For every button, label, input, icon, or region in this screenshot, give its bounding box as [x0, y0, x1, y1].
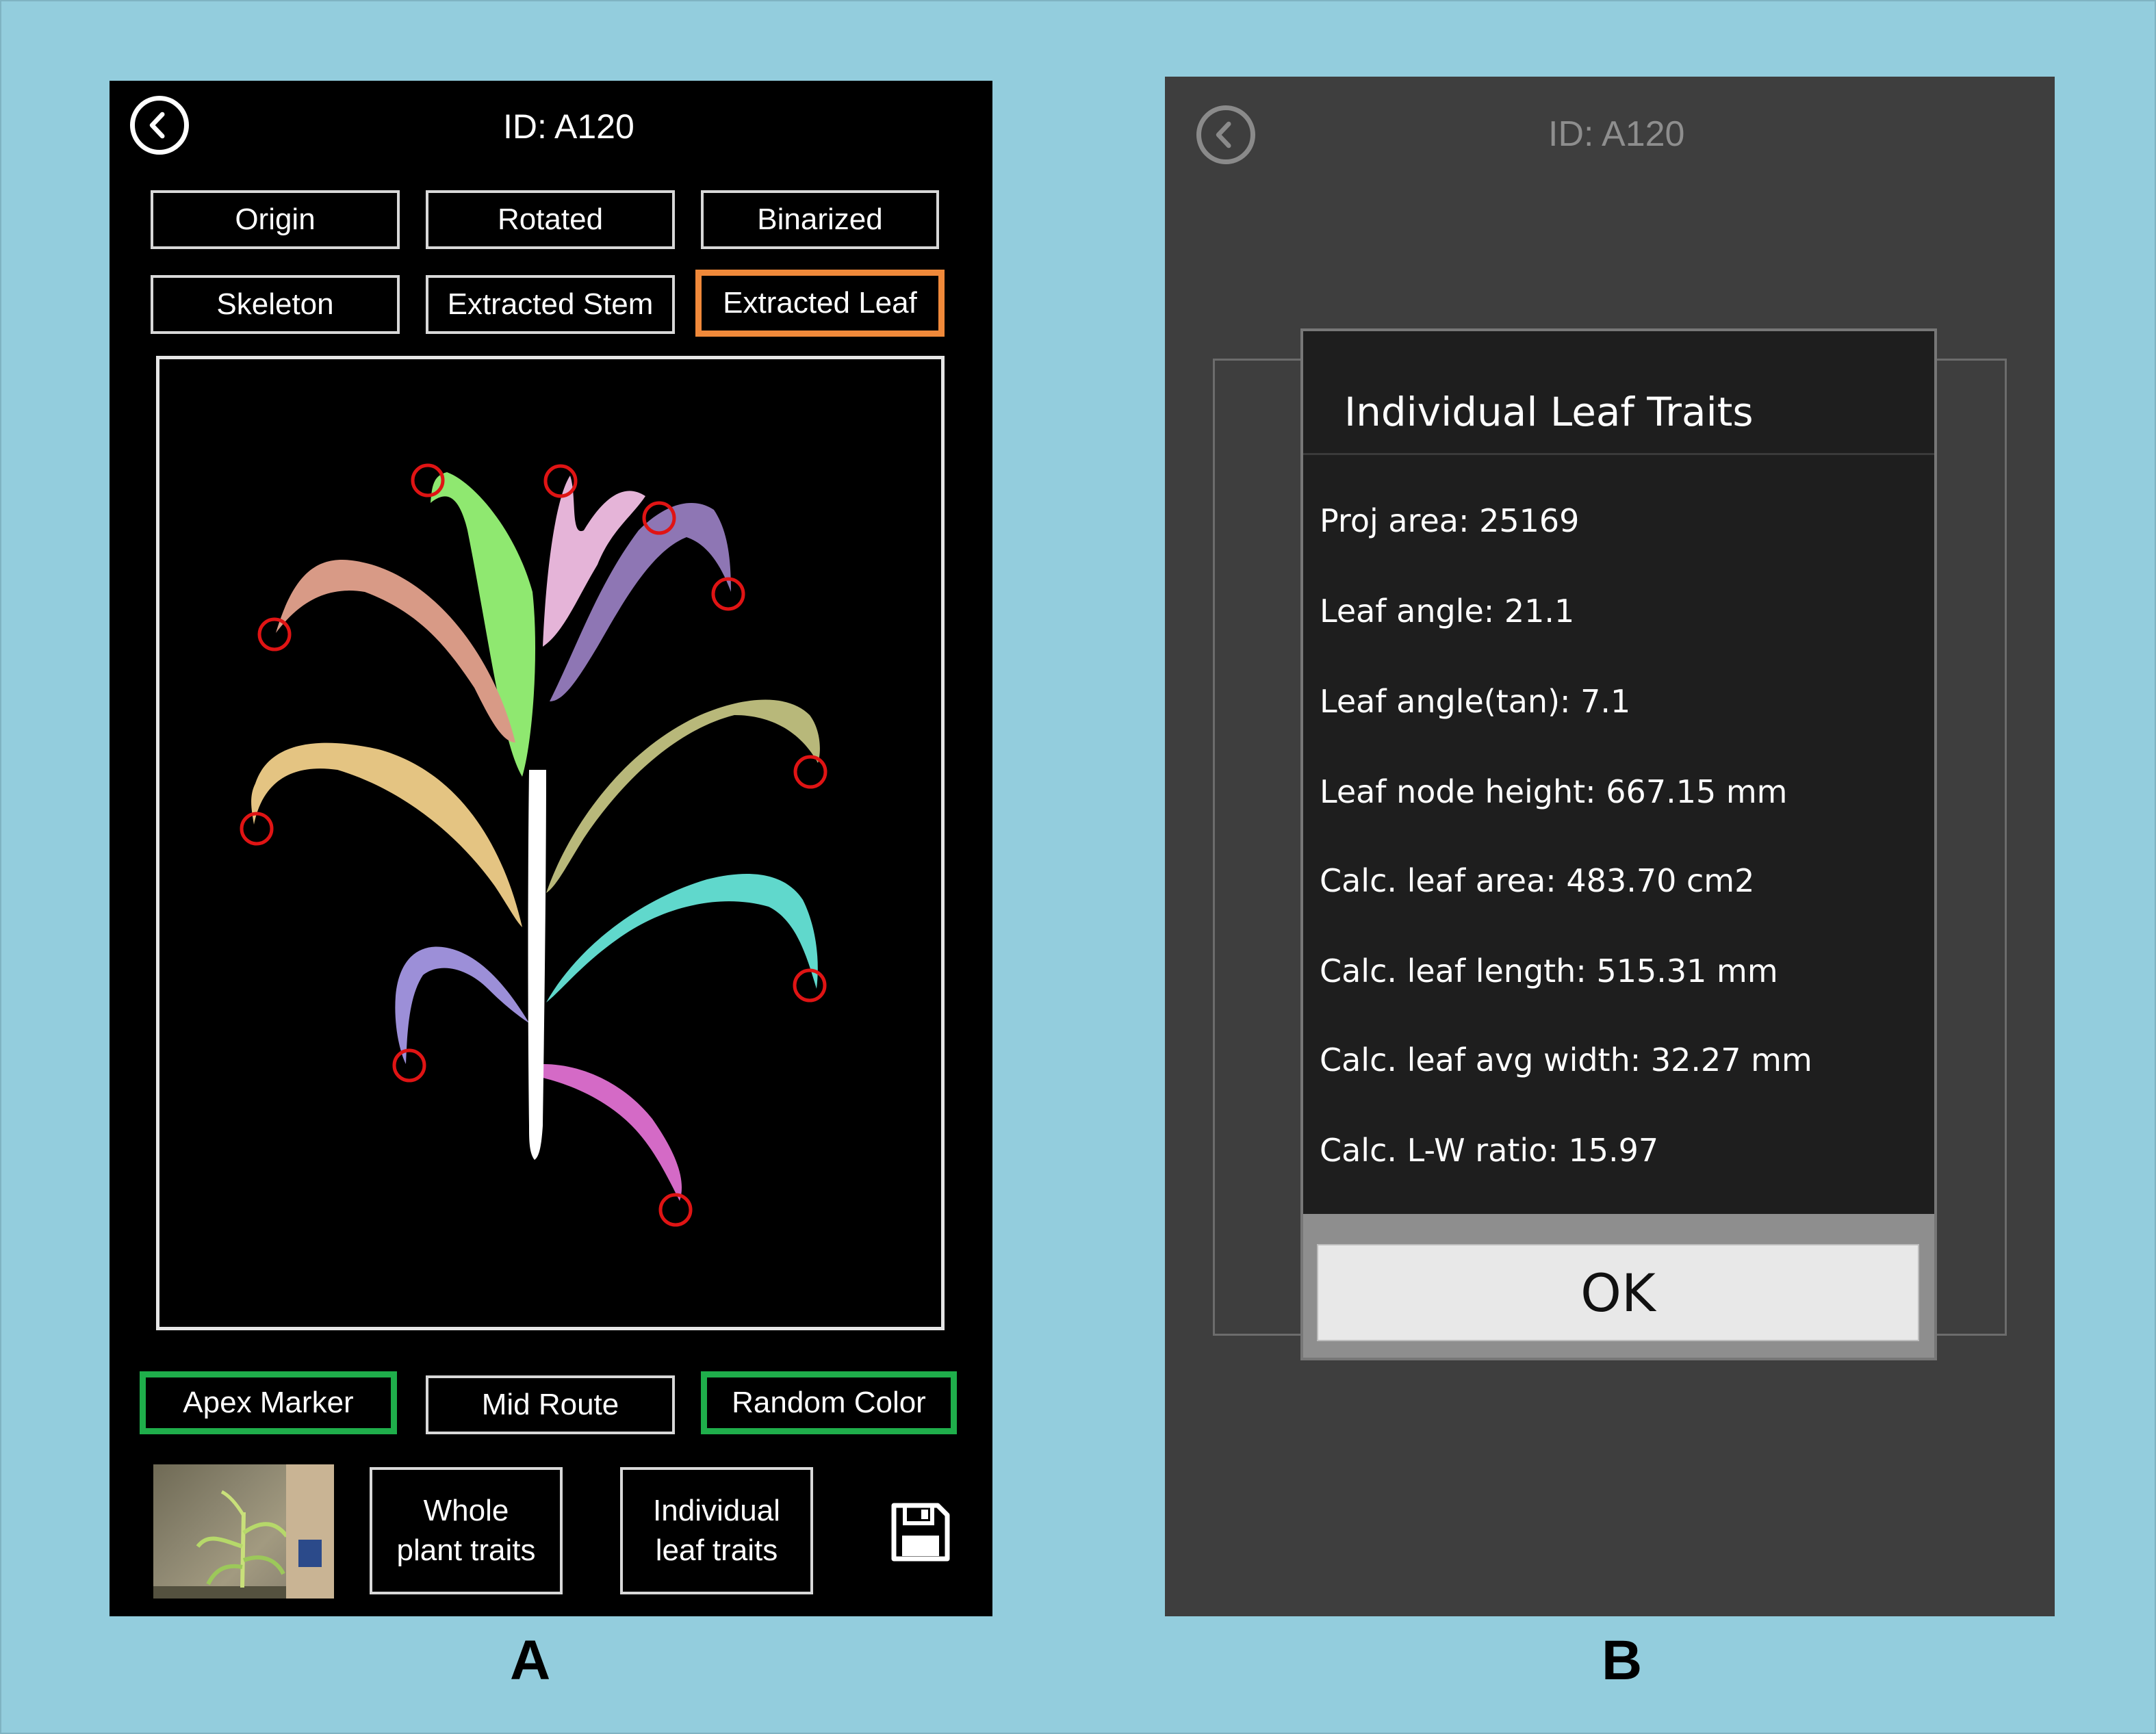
whole-plant-traits-line1: Whole — [423, 1494, 509, 1527]
extracted-leaf-image — [240, 463, 827, 1227]
panel-label-a: A — [510, 1629, 551, 1692]
leaf-segment — [546, 699, 820, 893]
dialog-divider — [1303, 453, 1934, 455]
apex-marker-circle — [257, 617, 292, 651]
apex-marker-circle — [392, 1048, 426, 1083]
trait-row: Calc. leaf avg width: 32.27 mm — [1320, 1041, 1812, 1078]
apex-marker-circle — [658, 1193, 693, 1227]
tab-rotated[interactable]: Rotated — [426, 190, 675, 249]
back-button-dimmed — [1196, 105, 1255, 164]
trait-row: Leaf node height: 667.15 mm — [1320, 773, 1788, 810]
original-photo-thumbnail[interactable] — [153, 1464, 334, 1599]
plant-id-title-dimmed: ID: A120 — [1548, 114, 1685, 154]
plant-photo — [196, 1490, 289, 1588]
whole-plant-traits-line2: plant traits — [396, 1534, 536, 1567]
leaf-segment — [395, 946, 529, 1064]
save-icon[interactable] — [890, 1501, 951, 1563]
panel-label-b: B — [1602, 1629, 1643, 1692]
leaf-segment — [251, 742, 522, 927]
plant-id-title: ID: A120 — [503, 107, 634, 146]
individual-leaf-traits-line2: leaf traits — [655, 1534, 778, 1567]
dialog-footer: OK — [1303, 1214, 1934, 1358]
apex-marker-circle — [793, 755, 827, 789]
trait-row: Proj area: 25169 — [1320, 502, 1580, 539]
tab-skeleton[interactable]: Skeleton — [151, 275, 400, 334]
individual-leaf-traits-dialog: Individual Leaf Traits Proj area: 25169 … — [1300, 328, 1937, 1360]
leaf-viewer-screen: ID: A120 Origin Rotated Binarized Skelet… — [110, 81, 992, 1616]
individual-leaf-traits-button[interactable]: Individual leaf traits — [620, 1467, 813, 1594]
individual-leaf-traits-line1: Individual — [653, 1494, 780, 1527]
trait-row: Calc. L-W ratio: 15.97 — [1320, 1132, 1659, 1169]
trait-row: Leaf angle: 21.1 — [1320, 593, 1575, 630]
ok-button[interactable]: OK — [1317, 1244, 1919, 1341]
tab-binarized[interactable]: Binarized — [701, 190, 939, 249]
dialog-title: Individual Leaf Traits — [1344, 389, 1754, 435]
toggle-apex-marker[interactable]: Apex Marker — [140, 1371, 397, 1434]
toggle-random-color[interactable]: Random Color — [701, 1371, 957, 1434]
leaf-traits-screen: ID: A120 Individual Leaf Traits Proj are… — [1165, 77, 2055, 1616]
tab-extracted-leaf[interactable]: Extracted Leaf — [695, 270, 945, 337]
leaf-segment — [543, 1064, 682, 1201]
apex-marker-circle — [240, 812, 274, 846]
leaf-segment — [546, 873, 818, 1002]
trait-row: Calc. leaf area: 483.70 cm2 — [1320, 862, 1755, 899]
tab-extracted-stem[interactable]: Extracted Stem — [426, 275, 675, 334]
toggle-mid-route[interactable]: Mid Route — [426, 1375, 675, 1434]
apex-marker-circle — [793, 968, 827, 1002]
tab-origin[interactable]: Origin — [151, 190, 400, 249]
stem — [528, 770, 546, 1160]
plant-image-view[interactable] — [156, 356, 945, 1330]
trait-row: Leaf angle(tan): 7.1 — [1320, 683, 1631, 720]
trait-row: Calc. leaf length: 515.31 mm — [1320, 953, 1778, 989]
chevron-left-icon — [149, 112, 165, 139]
whole-plant-traits-button[interactable]: Whole plant traits — [370, 1467, 563, 1594]
chevron-left-icon — [1216, 121, 1231, 148]
back-button[interactable] — [130, 96, 189, 155]
